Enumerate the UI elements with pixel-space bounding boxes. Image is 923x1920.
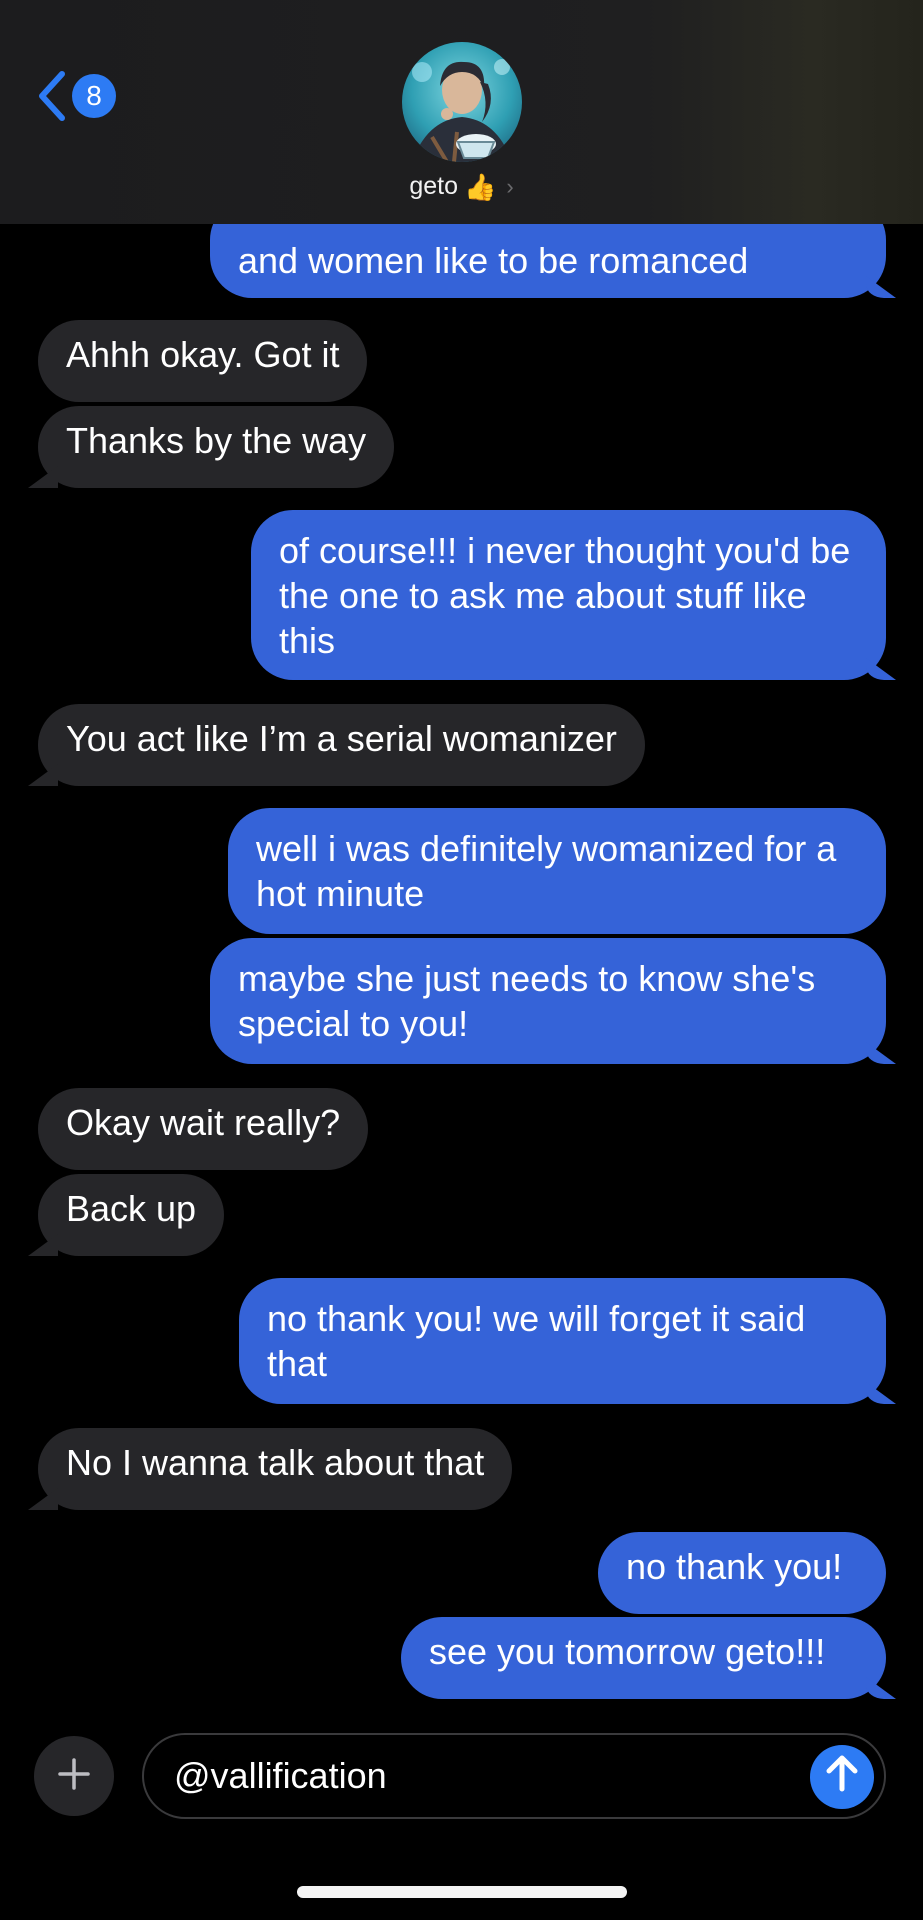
message-text: no thank you! we will forget it said tha… [267,1298,806,1384]
message-bubble-outgoing[interactable]: no thank you! we will forget it said tha… [239,1278,886,1404]
message-text: no thank you! [626,1546,843,1587]
message-text: Back up [66,1188,197,1229]
message-input[interactable]: @vallification [142,1733,886,1819]
conversation-header: 8 geto 👍 › [0,0,923,224]
message-text: Ahhh okay. Got it [66,334,340,375]
message-bubble-incoming[interactable]: Back up [38,1174,225,1256]
contact-name: geto [409,172,458,200]
message-text: maybe she just needs to know she's speci… [238,958,816,1044]
message-text: You act like I’m a serial womanizer [66,718,617,759]
send-button[interactable] [810,1745,874,1809]
message-bubble-incoming[interactable]: Thanks by the way [38,406,395,488]
message-text: No I wanna talk about that [66,1442,485,1483]
unread-count-badge: 8 [72,74,116,118]
message-thread: and women like to be romanced Ahhh okay.… [0,0,923,1720]
message-text: Thanks by the way [66,420,367,461]
message-bubble-outgoing[interactable]: maybe she just needs to know she's speci… [210,938,886,1064]
message-bubble-incoming[interactable]: You act like I’m a serial womanizer [38,704,645,786]
home-indicator[interactable] [297,1886,627,1898]
message-bubble-outgoing[interactable]: see you tomorrow geto!!! [401,1617,886,1699]
message-text: of course!!! i never thought you'd be th… [279,530,851,661]
message-bubble-incoming[interactable]: No I wanna talk about that [38,1428,513,1510]
message-input-value: @vallification [174,1755,387,1796]
message-bubble-incoming[interactable]: Ahhh okay. Got it [38,320,368,402]
apps-plus-button[interactable] [34,1736,114,1816]
plus-icon [57,1757,91,1796]
chevron-left-icon [36,70,66,122]
contact-name-row[interactable]: geto 👍 › [0,172,923,201]
contact-avatar[interactable] [402,42,522,162]
message-bubble-outgoing[interactable]: no thank you! [598,1532,886,1614]
back-button[interactable]: 8 [36,70,116,122]
message-bubble-outgoing[interactable]: well i was definitely womanized for a ho… [228,808,886,934]
message-bubble-outgoing[interactable]: of course!!! i never thought you'd be th… [251,510,886,680]
message-text: see you tomorrow geto!!! [429,1631,826,1672]
message-text: well i was definitely womanized for a ho… [256,828,837,914]
message-text: Okay wait really? [66,1102,341,1143]
thumbs-up-emoji-icon: 👍 [463,171,497,202]
arrow-up-icon [824,1753,860,1802]
message-bubble-incoming[interactable]: Okay wait really? [38,1088,369,1170]
chevron-right-icon: › [506,173,514,199]
message-text: and women like to be romanced [238,240,749,281]
